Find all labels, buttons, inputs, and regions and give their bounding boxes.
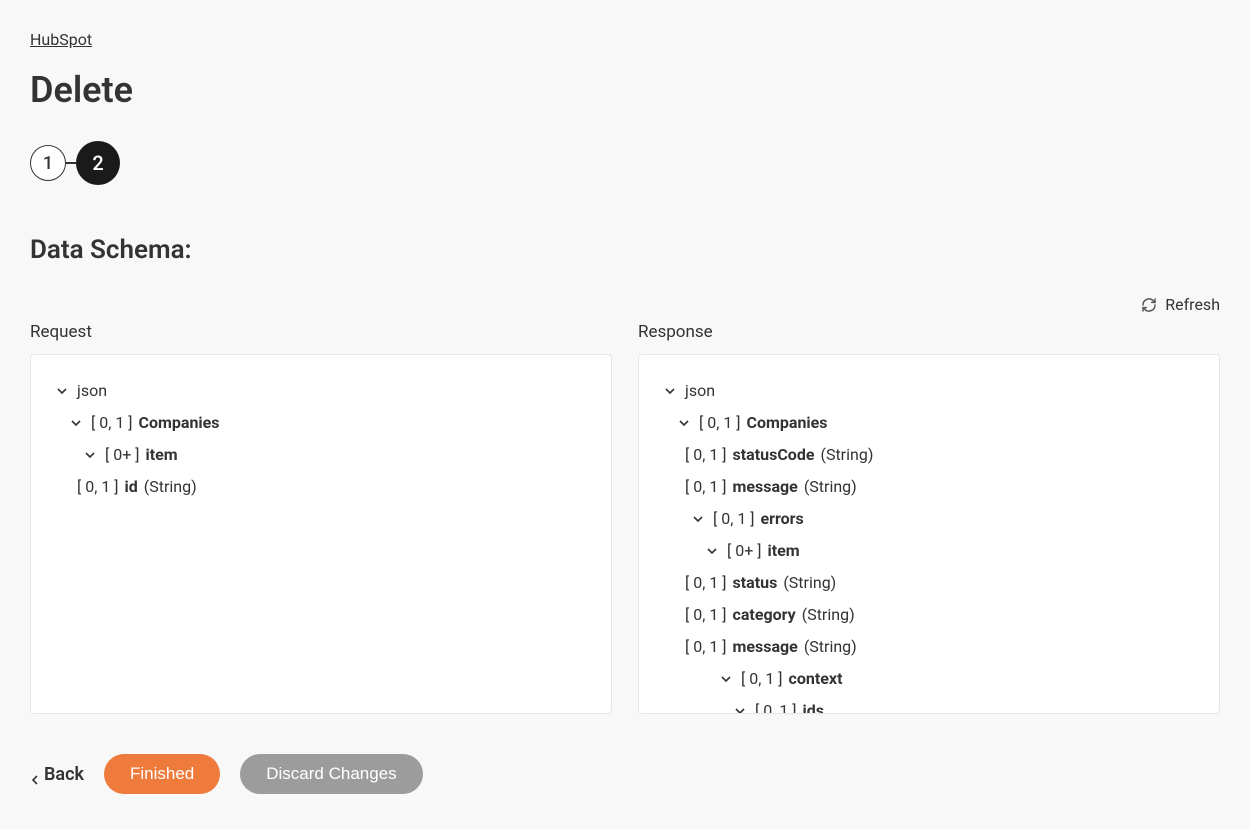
tree-node-type: (String): [144, 471, 197, 503]
cardinality: [ 0, 1 ]: [685, 599, 727, 631]
tree-node-type: (String): [820, 439, 873, 471]
tree-node-id[interactable]: [ 0, 1 ] id (String): [55, 471, 587, 503]
tree-node-type: (String): [783, 567, 836, 599]
cardinality: [ 0, 1 ]: [713, 503, 755, 535]
response-label: Response: [638, 322, 1220, 342]
tree-node-statuscode[interactable]: [ 0, 1 ] statusCode (String): [663, 439, 1195, 471]
tree-node-name: item: [146, 439, 178, 471]
cardinality: [ 0, 1 ]: [685, 631, 727, 663]
step-connector: [66, 162, 76, 164]
tree-node-name: category: [733, 599, 796, 631]
tree-node-json[interactable]: json: [663, 375, 1195, 407]
tree-node-errors-item[interactable]: [ 0+ ] item: [663, 535, 1195, 567]
cardinality: [ 0+ ]: [727, 535, 762, 567]
tree-node-companies[interactable]: [ 0, 1 ] Companies: [55, 407, 587, 439]
finished-button[interactable]: Finished: [104, 754, 220, 794]
tree-node-json[interactable]: json: [55, 375, 587, 407]
chevron-down-icon[interactable]: [69, 416, 83, 430]
cardinality: [ 0, 1 ]: [699, 407, 741, 439]
chevron-down-icon[interactable]: [55, 384, 69, 398]
discard-button[interactable]: Discard Changes: [240, 754, 422, 794]
chevron-down-icon[interactable]: [719, 672, 733, 686]
tree-node-context[interactable]: [ 0, 1 ] context: [663, 663, 1195, 695]
tree-node-label: json: [685, 375, 715, 407]
cardinality: [ 0, 1 ]: [685, 471, 727, 503]
tree-node-name: Companies: [747, 407, 828, 439]
chevron-left-icon: [30, 769, 40, 779]
chevron-down-icon[interactable]: [663, 384, 677, 398]
cardinality: [ 0, 1 ]: [755, 695, 797, 714]
stepper: 1 2: [30, 141, 1220, 185]
tree-node-item[interactable]: [ 0+ ] item: [55, 439, 587, 471]
tree-node-companies[interactable]: [ 0, 1 ] Companies: [663, 407, 1195, 439]
cardinality: [ 0, 1 ]: [685, 439, 727, 471]
refresh-icon: [1141, 297, 1157, 313]
tree-node-name: errors: [761, 503, 804, 535]
tree-node-item-message[interactable]: [ 0, 1 ] message (String): [663, 631, 1195, 663]
chevron-down-icon[interactable]: [705, 544, 719, 558]
refresh-button[interactable]: Refresh: [1141, 295, 1220, 314]
tree-node-label: json: [77, 375, 107, 407]
tree-node-message[interactable]: [ 0, 1 ] message (String): [663, 471, 1195, 503]
cardinality: [ 0, 1 ]: [685, 567, 727, 599]
chevron-down-icon[interactable]: [691, 512, 705, 526]
tree-node-name: ids: [803, 695, 824, 714]
tree-node-name: id: [125, 471, 138, 503]
cardinality: [ 0+ ]: [105, 439, 140, 471]
cardinality: [ 0, 1 ]: [77, 471, 119, 503]
cardinality: [ 0, 1 ]: [741, 663, 783, 695]
tree-node-type: (String): [804, 631, 857, 663]
tree-node-ids[interactable]: [ 0, 1 ] ids: [663, 695, 1195, 714]
chevron-down-icon[interactable]: [83, 448, 97, 462]
breadcrumb-link[interactable]: HubSpot: [30, 30, 92, 49]
step-1[interactable]: 1: [30, 145, 66, 181]
tree-node-name: status: [733, 567, 778, 599]
tree-node-name: message: [733, 471, 798, 503]
tree-node-name: Companies: [139, 407, 220, 439]
chevron-down-icon[interactable]: [677, 416, 691, 430]
tree-node-name: statusCode: [733, 439, 815, 471]
tree-node-name: item: [768, 535, 800, 567]
refresh-label: Refresh: [1165, 295, 1220, 314]
response-panel: json [ 0, 1 ] Companies [ 0, 1 ] statusC…: [638, 354, 1220, 714]
section-title: Data Schema:: [30, 235, 1220, 265]
tree-node-errors[interactable]: [ 0, 1 ] errors: [663, 503, 1195, 535]
back-label: Back: [44, 764, 84, 785]
step-2[interactable]: 2: [76, 141, 120, 185]
page-title: Delete: [30, 69, 1220, 111]
request-label: Request: [30, 322, 612, 342]
tree-node-name: message: [733, 631, 798, 663]
chevron-down-icon[interactable]: [733, 704, 747, 714]
cardinality: [ 0, 1 ]: [91, 407, 133, 439]
tree-node-category[interactable]: [ 0, 1 ] category (String): [663, 599, 1195, 631]
back-button[interactable]: Back: [30, 764, 84, 785]
request-panel: json [ 0, 1 ] Companies [ 0+ ] item [ 0: [30, 354, 612, 714]
tree-node-type: (String): [802, 599, 855, 631]
tree-node-type: (String): [804, 471, 857, 503]
tree-node-name: context: [789, 663, 843, 695]
tree-node-status[interactable]: [ 0, 1 ] status (String): [663, 567, 1195, 599]
